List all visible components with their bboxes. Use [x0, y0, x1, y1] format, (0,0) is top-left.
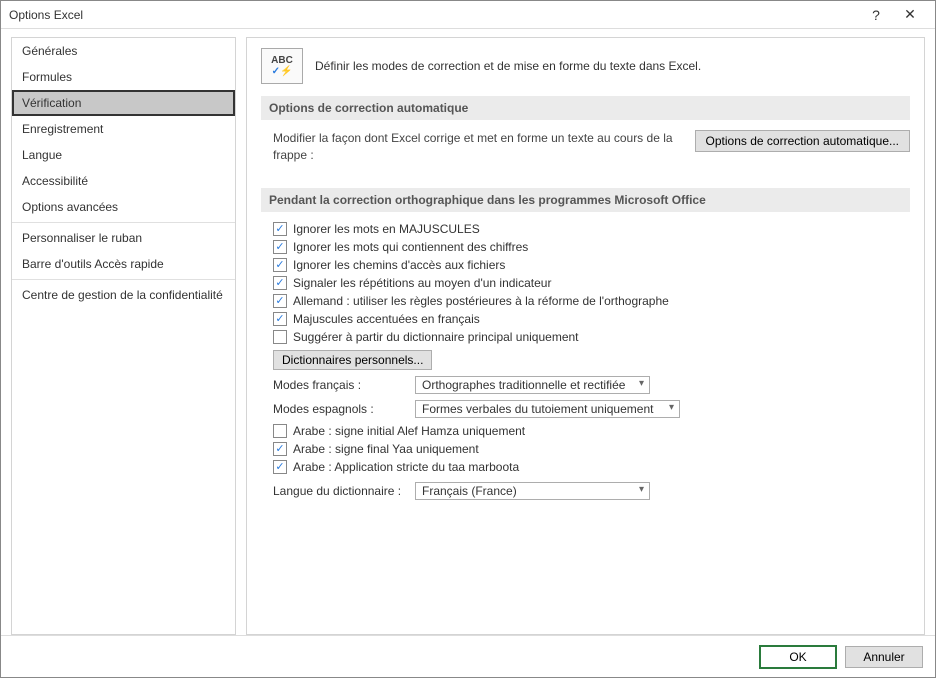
french-modes-label: Modes français :	[273, 378, 403, 392]
section-autocorrect: Modifier la façon dont Excel corrige et …	[261, 130, 910, 188]
sidebar: Générales Formules Vérification Enregist…	[11, 37, 236, 635]
sidebar-item-formules[interactable]: Formules	[12, 64, 235, 90]
check-icon: ✓⚡	[272, 66, 293, 77]
check-german-reform[interactable]: Allemand : utiliser les règles postérieu…	[273, 294, 910, 308]
checkbox-icon[interactable]	[273, 460, 287, 474]
sidebar-item-verification[interactable]: Vérification	[12, 90, 235, 116]
main-area: Générales Formules Vérification Enregist…	[1, 29, 935, 635]
checkbox-icon[interactable]	[273, 442, 287, 456]
section-spelling-header: Pendant la correction orthographique dan…	[261, 188, 910, 212]
check-ignore-uppercase[interactable]: Ignorer les mots en MAJUSCULES	[273, 222, 910, 236]
custom-dictionaries-button[interactable]: Dictionnaires personnels...	[273, 350, 432, 370]
sidebar-item-general[interactable]: Générales	[12, 38, 235, 64]
options-dialog: Options Excel ? ✕ Générales Formules Vér…	[0, 0, 936, 678]
dict-lang-label: Langue du dictionnaire :	[273, 484, 403, 498]
titlebar: Options Excel ? ✕	[1, 1, 935, 29]
checkbox-icon[interactable]	[273, 222, 287, 236]
checkbox-icon[interactable]	[273, 240, 287, 254]
spanish-modes-select[interactable]: Formes verbales du tutoiement uniquement	[415, 400, 680, 418]
french-modes-select[interactable]: Orthographes traditionnelle et rectifiée	[415, 376, 650, 394]
header-row: ABC ✓⚡ Définir les modes de correction e…	[261, 48, 910, 84]
check-arabic-taa[interactable]: Arabe : Application stricte du taa marbo…	[273, 460, 910, 474]
ok-button[interactable]: OK	[759, 645, 837, 669]
checkbox-icon[interactable]	[273, 312, 287, 326]
french-modes-row: Modes français : Orthographes traditionn…	[273, 376, 910, 394]
check-flag-repeats[interactable]: Signaler les répétitions au moyen d'un i…	[273, 276, 910, 290]
check-arabic-yaa[interactable]: Arabe : signe final Yaa uniquement	[273, 442, 910, 456]
autocorrect-desc: Modifier la façon dont Excel corrige et …	[273, 130, 675, 164]
section-autocorrect-header: Options de correction automatique	[261, 96, 910, 120]
dict-lang-row: Langue du dictionnaire : Français (Franc…	[273, 482, 910, 500]
spanish-modes-label: Modes espagnols :	[273, 402, 403, 416]
proofing-icon: ABC ✓⚡	[261, 48, 303, 84]
sidebar-item-enregistrement[interactable]: Enregistrement	[12, 116, 235, 142]
autocorrect-options-button[interactable]: Options de correction automatique...	[695, 130, 910, 152]
footer: OK Annuler	[1, 635, 935, 677]
sidebar-separator	[12, 279, 235, 280]
check-main-dict-only[interactable]: Suggérer à partir du dictionnaire princi…	[273, 330, 910, 344]
checkbox-icon[interactable]	[273, 276, 287, 290]
dialog-title: Options Excel	[9, 8, 859, 22]
dict-lang-select[interactable]: Français (France)	[415, 482, 650, 500]
sidebar-item-trustcenter[interactable]: Centre de gestion de la confidentialité	[12, 282, 235, 308]
checkbox-icon[interactable]	[273, 294, 287, 308]
sidebar-item-accessibilite[interactable]: Accessibilité	[12, 168, 235, 194]
spanish-modes-row: Modes espagnols : Formes verbales du tut…	[273, 400, 910, 418]
header-desc: Définir les modes de correction et de mi…	[315, 59, 701, 73]
sidebar-item-langue[interactable]: Langue	[12, 142, 235, 168]
checkbox-icon[interactable]	[273, 330, 287, 344]
check-french-accents[interactable]: Majuscules accentuées en français	[273, 312, 910, 326]
checkbox-icon[interactable]	[273, 258, 287, 272]
check-arabic-alef[interactable]: Arabe : signe initial Alef Hamza uniquem…	[273, 424, 910, 438]
sidebar-item-qat[interactable]: Barre d'outils Accès rapide	[12, 251, 235, 277]
check-ignore-paths[interactable]: Ignorer les chemins d'accès aux fichiers	[273, 258, 910, 272]
check-ignore-numbers[interactable]: Ignorer les mots qui contiennent des chi…	[273, 240, 910, 254]
cancel-button[interactable]: Annuler	[845, 646, 923, 668]
section-spelling: Ignorer les mots en MAJUSCULES Ignorer l…	[261, 222, 910, 520]
sidebar-item-ruban[interactable]: Personnaliser le ruban	[12, 225, 235, 251]
help-button[interactable]: ?	[859, 3, 893, 27]
content-panel: ABC ✓⚡ Définir les modes de correction e…	[246, 37, 925, 635]
checkbox-icon[interactable]	[273, 424, 287, 438]
sidebar-item-avancees[interactable]: Options avancées	[12, 194, 235, 220]
sidebar-separator	[12, 222, 235, 223]
close-button[interactable]: ✕	[893, 3, 927, 27]
